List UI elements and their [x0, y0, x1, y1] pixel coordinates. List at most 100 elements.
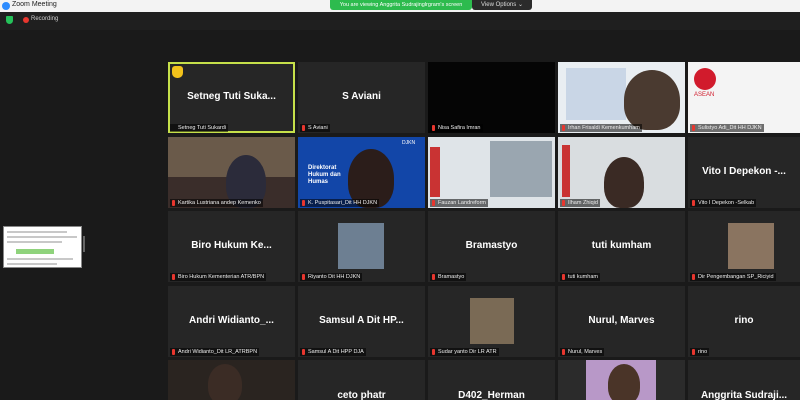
participant-name-label: Kartika Lustriana andep Kemenko	[170, 199, 263, 207]
mic-muted-icon	[562, 200, 565, 206]
participant-tile[interactable]: Andri Widianto_... Andri Widianto_Dit LR…	[168, 286, 295, 357]
mic-muted-icon	[172, 349, 175, 355]
participant-tile[interactable]: Samsul A Dit HP... Samsul A Dit HPP DJA	[298, 286, 425, 357]
participant-tile[interactable]: Fauzan Landreform	[428, 137, 555, 208]
recording-label: Recording	[31, 16, 59, 22]
participant-display-name: ceto phatr	[337, 390, 386, 400]
participant-tile[interactable]: Riyanto Dit HH DJKN	[298, 211, 425, 282]
participant-tile[interactable]: Anggrita Sudraji...	[688, 360, 800, 400]
participant-tile[interactable]: D402_Herman	[428, 360, 555, 400]
participant-tile[interactable]: S Aviani S Aviani	[298, 62, 425, 133]
participant-tile[interactable]: ceto phatr	[298, 360, 425, 400]
mic-muted-icon	[432, 274, 435, 280]
participant-tile[interactable]	[168, 360, 295, 400]
mic-muted-icon	[172, 274, 175, 280]
participant-tile[interactable]: Kartika Lustriana andep Kemenko	[168, 137, 295, 208]
participant-tile[interactable]: rino rino	[688, 286, 800, 357]
participant-name-label: Nisa Safira Imran	[430, 124, 483, 132]
participant-display-name: Anggrita Sudraji...	[700, 390, 788, 400]
virtual-background-text: Direktorat Hukum dan Humas	[308, 165, 341, 185]
participant-tile[interactable]: Direktorat Hukum dan Humas DJKN K. Puspita…	[298, 137, 425, 208]
participant-tile[interactable]: Irhan Frisaldi Kemenkumham	[558, 62, 685, 133]
participant-name-label: Nurul, Marves	[560, 348, 605, 356]
participant-name-label: Vito I Depekon -Selkab	[690, 199, 757, 207]
flag-decoration	[430, 147, 440, 197]
mic-muted-icon	[562, 274, 565, 280]
screen-share-banner: You are viewing Anggrita Sudrajinglrgram…	[330, 0, 472, 10]
participant-display-name: Biro Hukum Ke...	[191, 240, 272, 251]
participant-display-name: Nurul, Marves	[588, 315, 655, 326]
participant-name-label: K. Puspitasari_Dit HH DJKN	[300, 199, 380, 207]
participant-name-label: Fauzan Landreform	[430, 199, 488, 207]
participant-tile[interactable]: tuti kumham tuti kumham	[558, 211, 685, 282]
participant-name-label: Sudar yanto Dir LR ATR	[430, 348, 499, 356]
participant-tile[interactable]: Ilham Zhiqid	[558, 137, 685, 208]
background-slide	[566, 68, 626, 120]
participant-video	[624, 70, 680, 130]
djkn-logo-text: DJKN	[402, 140, 416, 146]
raised-hand-icon	[172, 66, 183, 78]
window-background	[490, 141, 552, 197]
participant-display-name: Vito I Depekon -...	[702, 166, 786, 177]
thumbnail-resize-handle[interactable]	[83, 236, 85, 252]
participant-tile[interactable]: Nisa Safira Imran	[428, 62, 555, 133]
participant-tile[interactable]: Vito I Depekon -... Vito I Depekon -Selk…	[688, 137, 800, 208]
participant-display-name: D402_Herman	[458, 390, 525, 400]
mic-muted-icon	[432, 349, 435, 355]
participant-tile[interactable]: Bramastyo Bramastyo	[428, 211, 555, 282]
shared-screen-thumbnail[interactable]	[3, 226, 82, 268]
participant-tile[interactable]	[558, 360, 685, 400]
participant-video	[608, 364, 640, 400]
mic-muted-icon	[302, 125, 305, 131]
mic-muted-icon	[562, 349, 565, 355]
participant-video	[208, 364, 242, 400]
profile-photo	[470, 298, 514, 344]
flag-decoration	[562, 145, 570, 197]
asean-logo	[694, 68, 716, 90]
mic-muted-icon	[432, 125, 435, 131]
participant-display-name: Bramastyo	[465, 240, 518, 251]
participant-name-label: Irhan Frisaldi Kemenkumham	[560, 124, 642, 132]
participant-name-label: Ilham Zhiqid	[560, 199, 600, 207]
participant-tile[interactable]: Sudar yanto Dir LR ATR	[428, 286, 555, 357]
mic-muted-icon	[172, 200, 175, 206]
profile-photo	[338, 223, 384, 269]
participant-tile[interactable]: Setneg Tuti Suka... Setneg Tuti Sukardi	[168, 62, 295, 133]
mic-muted-icon	[692, 200, 695, 206]
participant-name-label: tuti kumham	[560, 273, 600, 281]
participant-display-name: tuti kumham	[591, 240, 652, 251]
participant-tile[interactable]: Nurul, Marves Nurul, Marves	[558, 286, 685, 357]
zoom-app-icon	[2, 2, 10, 10]
view-options-button[interactable]: View Options ⌄	[472, 0, 532, 10]
participant-name-label: Samsul A Dit HPP DJA	[300, 348, 366, 356]
participant-name-label: rino	[690, 348, 710, 356]
participant-tile[interactable]: ASEAN Sulistyo Adi_Dit HH DJKN	[688, 62, 800, 133]
participant-name-label: Bramastyo	[430, 273, 467, 281]
participant-display-name: S Aviani	[342, 91, 381, 102]
participant-name-label: Andri Widianto_Dit LR_ATRBPN	[170, 348, 260, 356]
asean-text: ASEAN	[694, 92, 715, 98]
mic-muted-icon	[692, 274, 695, 280]
participant-tile[interactable]: Biro Hukum Ke... Biro Hukum Kementerian …	[168, 211, 295, 282]
record-icon	[23, 17, 29, 23]
participant-name-label: Riyanto Dit HH DJKN	[300, 273, 363, 281]
participant-tile[interactable]: Dir Pengembangan SP_Riciyid	[688, 211, 800, 282]
mic-muted-icon	[302, 274, 305, 280]
mic-muted-icon	[692, 349, 695, 355]
participant-video	[604, 157, 644, 208]
mic-muted-icon	[302, 349, 305, 355]
participant-name-label: Sulistyo Adi_Dit HH DJKN	[690, 124, 764, 132]
participant-name-label: Dir Pengembangan SP_Riciyid	[690, 273, 776, 281]
mic-muted-icon	[432, 200, 435, 206]
participant-display-name: Samsul A Dit HP...	[319, 315, 404, 326]
mic-muted-icon	[692, 125, 695, 131]
window-title: Zoom Meeting	[12, 1, 57, 8]
meeting-status-bar	[0, 12, 800, 30]
mic-muted-icon	[562, 125, 565, 131]
participant-display-name: Andri Widianto_...	[189, 315, 274, 326]
participant-display-name: rino	[734, 315, 754, 326]
participant-name-label: Biro Hukum Kementerian ATR/BPN	[170, 273, 267, 281]
shield-icon[interactable]	[6, 16, 13, 24]
participant-display-name: Setneg Tuti Suka...	[187, 91, 276, 102]
participant-name-label: S Aviani	[300, 124, 330, 132]
